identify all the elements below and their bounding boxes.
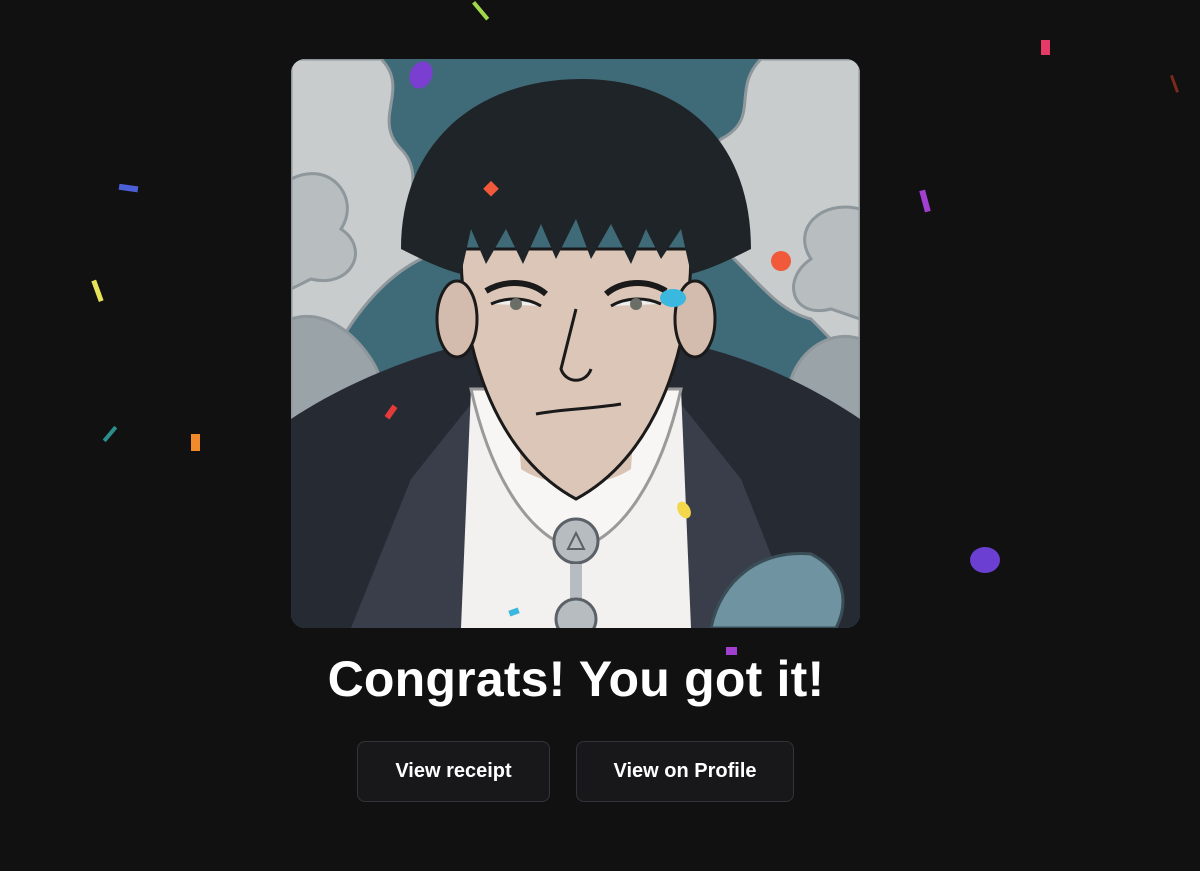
confetti-piece <box>1041 40 1050 55</box>
purchase-success-screen: Congrats! You got it! View receipt View … <box>0 0 1200 871</box>
confetti-piece <box>970 547 1000 573</box>
view-on-profile-button[interactable]: View on Profile <box>576 741 794 802</box>
success-headline: Congrats! You got it! <box>327 651 825 707</box>
confetti-piece <box>919 189 931 213</box>
confetti-piece <box>102 425 118 443</box>
confetti-piece <box>91 279 104 303</box>
action-buttons: View receipt View on Profile <box>357 741 794 802</box>
view-receipt-button[interactable]: View receipt <box>357 741 550 802</box>
nft-artwork-image <box>291 59 860 628</box>
confetti-piece <box>472 1 490 21</box>
confetti-piece <box>1169 74 1179 93</box>
confetti-piece <box>118 183 139 193</box>
confetti-piece <box>191 434 200 451</box>
